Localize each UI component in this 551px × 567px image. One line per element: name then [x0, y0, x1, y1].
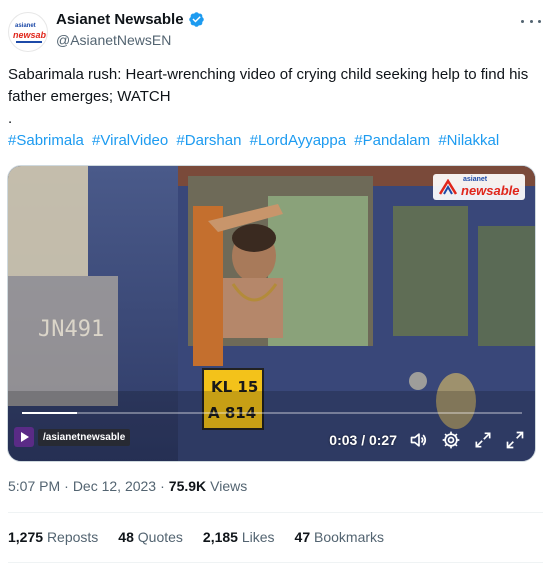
- hashtag-link[interactable]: #Pandalam: [354, 132, 430, 149]
- likes-label: Likes: [241, 529, 275, 545]
- video-time: 0:03 / 0:27: [329, 432, 397, 448]
- tweet-time[interactable]: 5:07 PM: [8, 478, 60, 494]
- tweet-body: Sabarimala rush: Heart-wrenching video o…: [8, 66, 529, 105]
- bus-number: JN491: [38, 317, 104, 342]
- divider: [8, 562, 543, 563]
- hashtag-link[interactable]: #LordAyyappa: [250, 132, 346, 149]
- video-progress-bar[interactable]: [22, 412, 522, 414]
- hashtag-list: #Sabrimala #ViralVideo #Darshan #LordAyy…: [8, 130, 540, 152]
- minimize-icon[interactable]: [473, 430, 493, 450]
- avatar-logo-bottom: newsable: [13, 30, 47, 40]
- tweet-meta: 5:07 PM · Dec 12, 2023 · 75.9K Views: [8, 478, 247, 494]
- likes-stat[interactable]: 2,185 Likes: [203, 529, 275, 545]
- hashtag-link[interactable]: #Darshan: [176, 132, 241, 149]
- meta-separator: ·: [64, 478, 69, 494]
- video-progress-fill: [22, 412, 77, 414]
- tweet-dot: .: [8, 110, 13, 127]
- video-controls: 0:03 / 0:27: [329, 430, 525, 450]
- avatar-logo-bar: [16, 41, 42, 43]
- hashtag-link[interactable]: #Sabrimala: [8, 132, 84, 149]
- quotes-count: 48: [118, 529, 134, 545]
- bookmarks-count: 47: [294, 529, 311, 545]
- reposts-label: Reposts: [46, 529, 99, 545]
- quotes-stat[interactable]: 48 Quotes: [118, 529, 183, 545]
- likes-count: 2,185: [202, 529, 238, 545]
- play-icon: [14, 427, 34, 447]
- channel-label: /asianetnewsable: [38, 428, 131, 446]
- reposts-stat[interactable]: 1,275 Reposts: [8, 529, 98, 545]
- quotes-label: Quotes: [137, 529, 183, 545]
- tweet-date[interactable]: Dec 12, 2023: [73, 478, 156, 494]
- video-frame: JN491 KL 15 A 814: [8, 166, 535, 461]
- bookmarks-label: Bookmarks: [314, 529, 385, 545]
- tweet-text: Sabarimala rush: Heart-wrenching video o…: [8, 64, 540, 152]
- avatar-logo-top: asianet: [15, 23, 36, 29]
- views-count: 75.9K: [168, 478, 207, 494]
- meta-separator: ·: [160, 478, 165, 494]
- channel-badge: /asianetnewsable: [14, 426, 131, 448]
- more-options-icon[interactable]: [521, 14, 541, 28]
- views-label: Views: [210, 478, 248, 494]
- display-name[interactable]: Asianet Newsable: [56, 11, 184, 28]
- hashtag-link[interactable]: #Nilakkal: [438, 132, 499, 149]
- divider: [8, 512, 543, 513]
- reposts-count: 1,275: [8, 529, 44, 545]
- verified-badge-icon: [188, 12, 204, 27]
- handle[interactable]: @AsianetNewsEN: [56, 32, 171, 48]
- hashtag-link[interactable]: #ViralVideo: [92, 132, 168, 149]
- fullscreen-icon[interactable]: [505, 430, 525, 450]
- watermark-bottom: newsable: [461, 183, 520, 198]
- volume-icon[interactable]: [409, 430, 429, 450]
- video-player[interactable]: JN491 KL 15 A 814 asianet newsable /asia…: [7, 165, 536, 462]
- name-row: Asianet Newsable: [56, 11, 205, 28]
- settings-icon[interactable]: [441, 430, 461, 450]
- engagement-stats: 1,275 Reposts 48 Quotes 2,185 Likes 47 B…: [8, 529, 384, 545]
- bookmarks-stat[interactable]: 47 Bookmarks: [295, 529, 385, 545]
- brand-logo-icon: [439, 179, 457, 195]
- tweet-header: asianet newsable Asianet Newsable @Asian…: [8, 8, 543, 52]
- watermark-top: asianet: [463, 176, 488, 183]
- video-watermark: asianet newsable: [433, 174, 525, 200]
- avatar[interactable]: asianet newsable: [8, 12, 48, 52]
